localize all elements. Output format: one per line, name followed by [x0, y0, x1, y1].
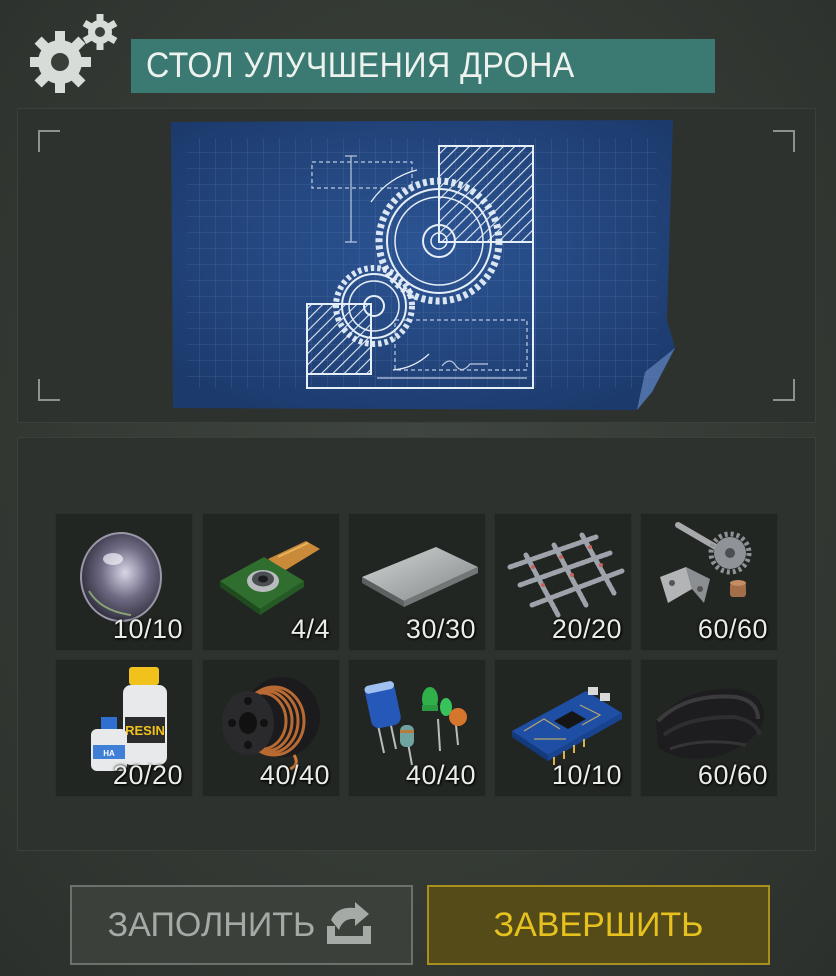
- resin-bottles-icon: RESIN HA: [91, 667, 167, 771]
- copper-wire-spool-icon: [222, 677, 320, 771]
- frame-corner: [38, 379, 60, 401]
- item-slot-camera-module[interactable]: 4/4: [202, 513, 340, 651]
- item-slot-rebar[interactable]: 20/20: [494, 513, 632, 651]
- metal-plate-icon: [362, 547, 478, 607]
- item-slot-copper-wire[interactable]: 40/40: [202, 659, 340, 797]
- item-count: 10/10: [112, 614, 183, 644]
- item-slot-circuit-board[interactable]: 10/10: [494, 659, 632, 797]
- item-slot-resin[interactable]: RESIN HA 20/20: [55, 659, 193, 797]
- frame-corner: [773, 379, 795, 401]
- circuit-board-icon: [512, 687, 622, 765]
- fill-tray-icon: [327, 902, 372, 944]
- frame-corner: [773, 130, 795, 152]
- item-count: 20/20: [112, 760, 183, 790]
- rebar-mesh-icon: [507, 532, 625, 618]
- item-slot-mechanical-parts[interactable]: 60/60: [640, 513, 778, 651]
- finish-button-label: ЗАВЕРШИТЬ: [493, 905, 704, 944]
- lens-icon: [80, 532, 162, 622]
- fill-button[interactable]: ЗАПОЛНИТЬ: [70, 885, 413, 965]
- leather-sheet-icon: [656, 688, 765, 759]
- electronic-components-icon: [364, 681, 467, 766]
- item-slot-lens[interactable]: 10/10: [55, 513, 193, 651]
- item-count: 30/30: [405, 614, 476, 644]
- item-count: 4/4: [290, 614, 330, 644]
- blueprint-panel: [17, 108, 816, 423]
- gears-icon: [30, 14, 118, 93]
- item-count: 40/40: [405, 760, 476, 790]
- ingredients-panel: 10/10 4/4 30/30 20/20 60/60 RESIN HA 20/…: [17, 437, 816, 851]
- page-title: СТОЛ УЛУЧШЕНИЯ ДРОНА: [146, 46, 575, 85]
- item-count: 10/10: [551, 760, 622, 790]
- svg-text:HA: HA: [103, 749, 115, 758]
- finish-button[interactable]: ЗАВЕРШИТЬ: [427, 885, 770, 965]
- item-slot-electronic-components[interactable]: 40/40: [348, 659, 486, 797]
- mechanical-parts-icon: [660, 522, 752, 603]
- item-slot-leather[interactable]: 60/60: [640, 659, 778, 797]
- item-count: 60/60: [697, 614, 768, 644]
- camera-module-icon: [220, 541, 320, 615]
- item-count: 60/60: [697, 760, 768, 790]
- title-bar: СТОЛ УЛУЧШЕНИЯ ДРОНА: [131, 39, 715, 93]
- item-count: 20/20: [551, 614, 622, 644]
- frame-corner: [38, 130, 60, 152]
- svg-text:RESIN: RESIN: [125, 723, 165, 738]
- blueprint-icon: [171, 120, 675, 410]
- fill-button-label: ЗАПОЛНИТЬ: [107, 905, 316, 944]
- item-slot-metal-plate[interactable]: 30/30: [348, 513, 486, 651]
- item-count: 40/40: [259, 760, 330, 790]
